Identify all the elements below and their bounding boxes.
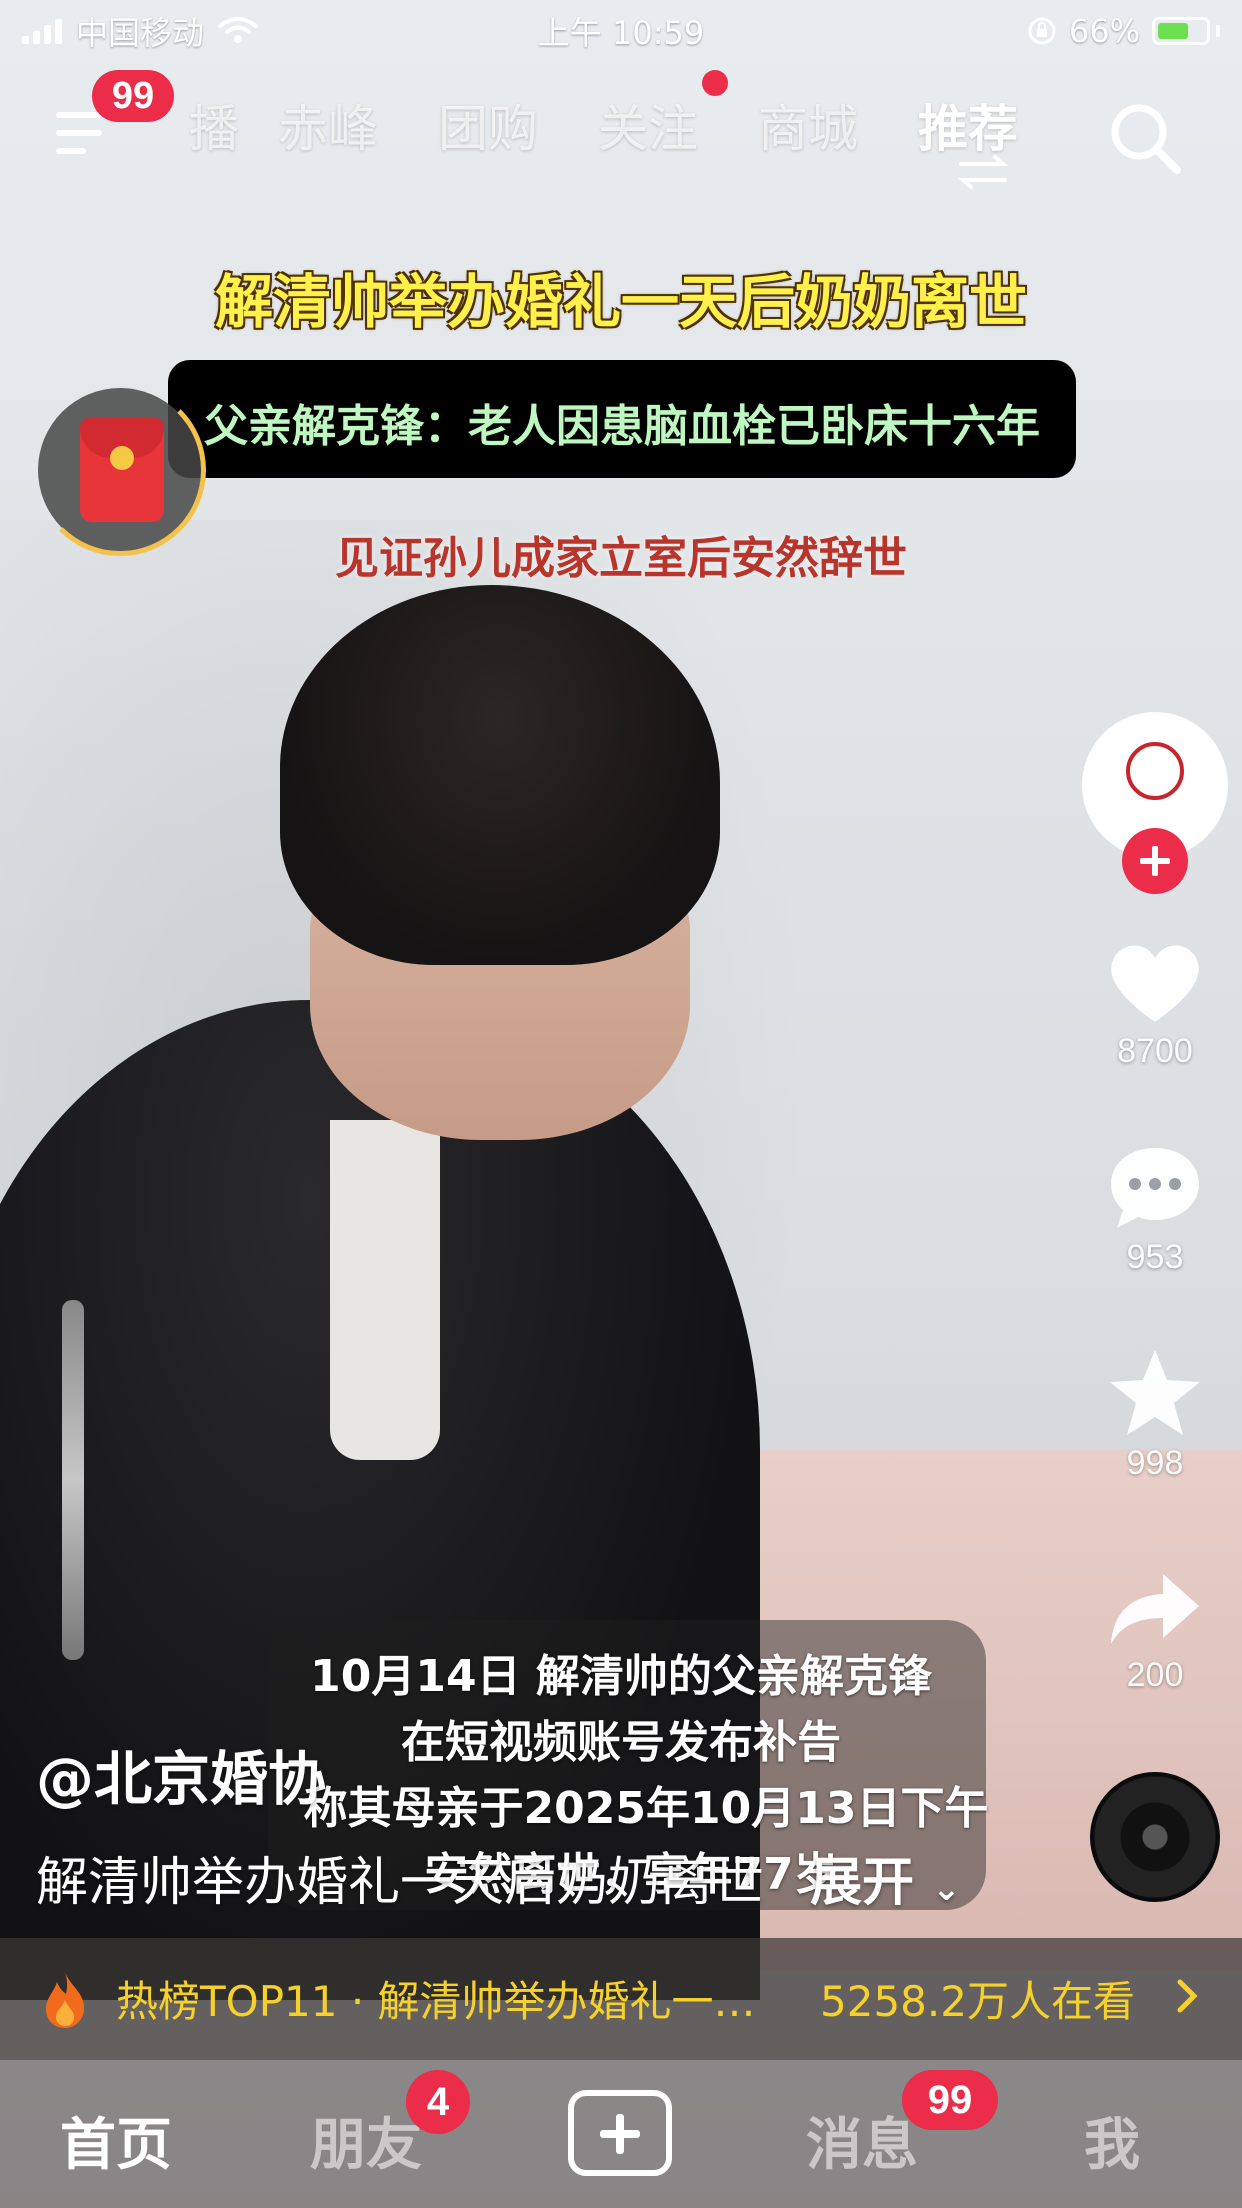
status-bar: 中国移动 上午 10:59 66% xyxy=(0,0,1242,62)
follow-icon[interactable] xyxy=(1122,828,1188,894)
heart-icon xyxy=(1111,945,1199,1022)
caption-line2: 父亲解克锋：老人因患脑血栓已卧床十六年 xyxy=(204,401,1040,452)
hot-list-bar[interactable]: 热榜TOP11 · 解清帅举办婚礼一… 5258.2万人在看 xyxy=(0,1938,1242,2060)
tab-chifeng[interactable]: 赤峰 xyxy=(248,94,408,164)
red-packet-button[interactable] xyxy=(34,384,206,556)
caption-box: 父亲解克锋：老人因患脑血栓已卧床十六年 xyxy=(168,360,1076,478)
expand-link[interactable]: 展开 ⌄ xyxy=(810,1840,961,1915)
messages-badge: 99 xyxy=(902,2070,998,2130)
battery-fill xyxy=(1158,23,1188,39)
nav-messages[interactable]: 消息 xyxy=(806,2100,918,2181)
red-packet-icon xyxy=(80,418,164,522)
top-nav: 99 播 赤峰 团购 关注 商城 推荐 xyxy=(0,70,1242,190)
like-count: 8700 xyxy=(1117,1032,1193,1070)
tab-following[interactable]: 关注 xyxy=(568,94,728,164)
tab-groupbuy[interactable]: 团购 xyxy=(408,94,568,164)
fire-icon xyxy=(46,1972,84,2028)
tab-bar: 播 赤峰 团购 关注 商城 推荐 xyxy=(180,94,1048,164)
subtitle-line-1: 10月14日 解清帅的父亲解克锋 xyxy=(310,1651,932,1702)
favorite-count: 998 xyxy=(1126,1444,1184,1482)
caption-line3: 见证孙儿成家立室后安然辞世 xyxy=(335,533,907,584)
favorite-button[interactable]: 998 xyxy=(1098,1346,1212,1483)
bottom-nav: 首页 朋友 消息 我 xyxy=(0,2060,1242,2208)
chevron-down-icon: ⌄ xyxy=(932,1869,961,1909)
star-icon xyxy=(1110,1350,1200,1435)
comment-icon xyxy=(1111,1148,1199,1228)
menu-icon xyxy=(56,112,102,118)
video-person-shirt xyxy=(330,1120,440,1460)
avatar-logo-icon xyxy=(1126,742,1184,800)
search-icon[interactable] xyxy=(1105,98,1185,178)
status-time: 上午 10:59 xyxy=(537,14,705,52)
nav-friends[interactable]: 朋友 xyxy=(310,2100,422,2181)
following-dot xyxy=(702,70,728,96)
nav-home[interactable]: 首页 xyxy=(60,2100,172,2181)
hot-list-views: 5258.2万人在看 xyxy=(820,1977,1135,2026)
author-name[interactable]: @北京婚协 xyxy=(36,1732,326,1816)
chevron-right-icon xyxy=(1177,1979,1198,2013)
comment-button[interactable]: 953 xyxy=(1098,1142,1212,1277)
post-description[interactable]: 解清帅举办婚礼一天后奶奶离世 xyxy=(36,1840,764,1915)
friends-badge: 4 xyxy=(406,2070,470,2134)
comment-count: 953 xyxy=(1126,1238,1184,1276)
swap-icon xyxy=(957,155,1009,189)
tab-mall[interactable]: 商城 xyxy=(728,94,888,164)
caption-title: 解清帅举办婚礼一天后奶奶离世 xyxy=(214,268,1027,336)
like-button[interactable]: 8700 xyxy=(1098,938,1212,1071)
nav-me[interactable]: 我 xyxy=(1084,2100,1140,2181)
video-zipper xyxy=(62,1300,84,1660)
create-post-button[interactable] xyxy=(568,2090,672,2176)
expand-label: 展开 xyxy=(810,1853,915,1913)
tab-live[interactable]: 播 xyxy=(180,94,248,164)
menu-badge: 99 xyxy=(92,70,174,122)
hot-list-label: 热榜TOP11 · 解清帅举办婚礼一… xyxy=(116,1977,756,2026)
